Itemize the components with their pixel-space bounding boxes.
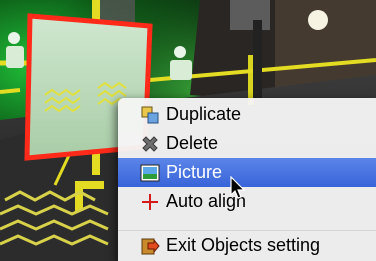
menu-item-label: Duplicate xyxy=(166,104,242,124)
menu-item-picture[interactable]: Picture xyxy=(118,158,376,187)
exit-objects-icon xyxy=(140,236,160,256)
delete-icon xyxy=(140,134,160,154)
auto-align-icon xyxy=(140,192,160,212)
mouse-pointer-icon xyxy=(230,175,246,200)
menu-item-label: Delete xyxy=(166,133,219,153)
menu-item-exit-objects-setting[interactable]: Exit Objects setting xyxy=(118,231,376,260)
context-menu: Duplicate Delete Picture Auto align Exit… xyxy=(118,98,376,261)
menu-item-delete[interactable]: Delete xyxy=(118,129,376,158)
menu-item-label: Exit Objects setting xyxy=(166,235,321,255)
menu-item-duplicate[interactable]: Duplicate xyxy=(118,100,376,129)
menu-item-auto-align[interactable]: Auto align xyxy=(118,187,376,216)
menu-item-label: Picture xyxy=(166,162,223,182)
picture-icon xyxy=(140,163,160,183)
duplicate-icon xyxy=(140,105,160,125)
